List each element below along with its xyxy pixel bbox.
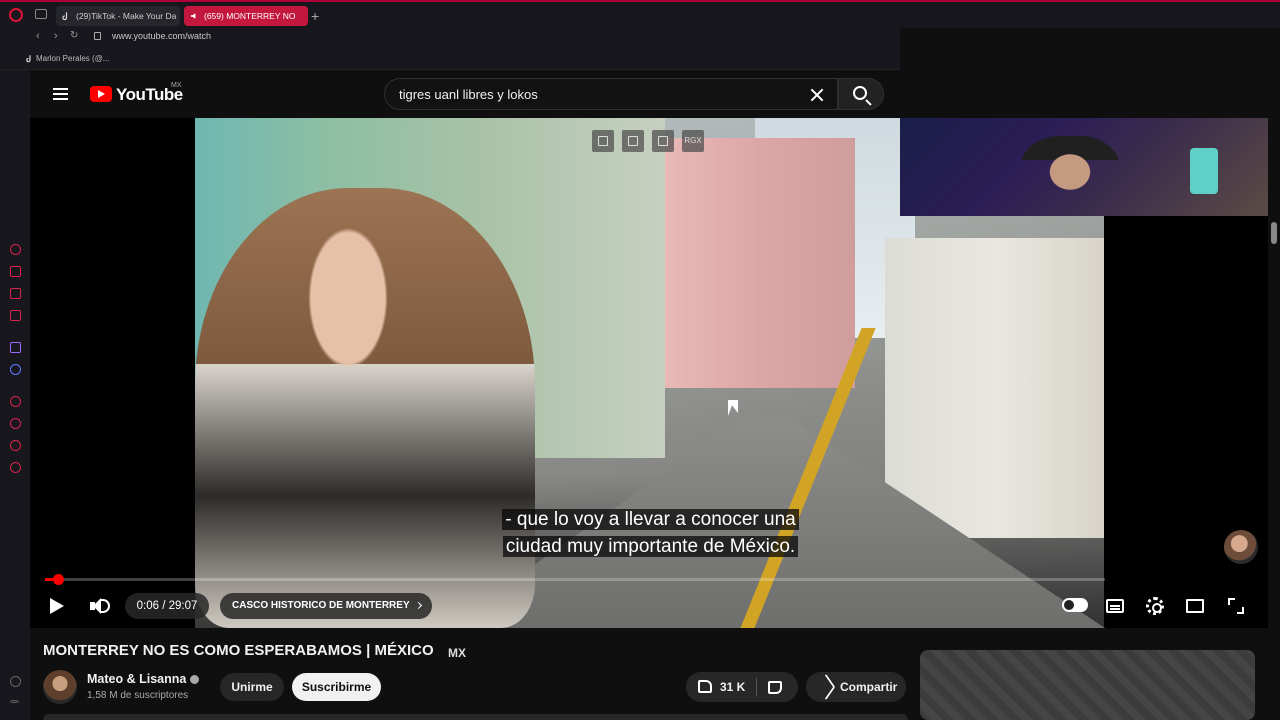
- reload-icon[interactable]: ↻: [70, 30, 78, 41]
- tab-label: (29)TikTok - Make Your Da: [76, 11, 177, 21]
- caption-line: ciudad muy importante de México.: [502, 536, 799, 557]
- tiktok-icon: [62, 12, 68, 21]
- video-scene-building: [885, 238, 1104, 538]
- discord-icon[interactable]: [10, 364, 21, 375]
- like-icon[interactable]: [698, 680, 712, 693]
- sidebar-aria-icon[interactable]: [10, 244, 21, 255]
- youtube-header: YouTube MX: [30, 70, 900, 118]
- address-bar: ‹ › ↻ www.youtube.com/watch: [0, 28, 900, 48]
- chapter-label: CASCO HISTORICO DE MONTERREY: [232, 600, 410, 611]
- browser-sidebar: [0, 70, 30, 720]
- bookmark-item[interactable]: Marlon Perales (@...: [36, 54, 109, 63]
- share-button[interactable]: Compartir: [806, 672, 906, 702]
- description-box[interactable]: [43, 714, 908, 720]
- channel-name[interactable]: Mateo & Lisanna: [87, 672, 186, 686]
- subtitles-icon[interactable]: [1106, 599, 1124, 613]
- sidebar-apps-icon[interactable]: [10, 266, 21, 277]
- speaker-icon: [190, 13, 196, 19]
- video-title: MONTERREY NO ES COMO ESPERABAMOS | MÉXIC…: [43, 642, 434, 659]
- youtube-logo-icon[interactable]: [90, 86, 112, 102]
- tab-tiktok[interactable]: (29)TikTok - Make Your Da: [56, 6, 180, 26]
- snapshot-button[interactable]: [622, 130, 644, 152]
- forward-icon[interactable]: ›: [54, 30, 58, 42]
- settings-icon[interactable]: [10, 462, 21, 473]
- popout-icon: [598, 136, 608, 146]
- caption-line: - que lo voy a llevar a conocer una: [502, 509, 799, 530]
- search-box: [384, 78, 838, 110]
- tiktok-icon: [26, 55, 31, 63]
- screen: (29)TikTok - Make Your Da (659) MONTERRE…: [0, 0, 1280, 720]
- search-button[interactable]: [838, 78, 884, 110]
- search-input[interactable]: [399, 87, 799, 102]
- skip-button[interactable]: [652, 130, 674, 152]
- play-icon[interactable]: [50, 598, 64, 614]
- url-field[interactable]: www.youtube.com/watch: [112, 31, 211, 41]
- share-label: Compartir: [840, 680, 898, 694]
- progress-scrubber[interactable]: [53, 574, 64, 585]
- dislike-icon[interactable]: [768, 681, 782, 694]
- extensions-icon[interactable]: [10, 440, 21, 451]
- share-icon: [816, 673, 836, 701]
- more-icon[interactable]: [10, 700, 19, 703]
- scrollbar-thumb[interactable]: [1271, 222, 1277, 244]
- page-scrollbar[interactable]: [1270, 218, 1278, 628]
- video-scene-person: [195, 188, 535, 628]
- hamburger-menu-icon[interactable]: [53, 88, 68, 100]
- fullscreen-icon[interactable]: [1228, 598, 1244, 614]
- channel-avatar[interactable]: [43, 670, 77, 704]
- theater-mode-icon[interactable]: [1186, 599, 1204, 613]
- chevron-right-icon: [414, 601, 422, 610]
- settings-gear-icon[interactable]: [1146, 597, 1164, 615]
- snapshot-icon: [628, 136, 638, 146]
- like-dislike-group: 31 K: [686, 672, 798, 702]
- subscribe-button[interactable]: Suscribirme: [292, 673, 381, 701]
- region-code: MX: [171, 82, 182, 89]
- tab-label: (659) MONTERREY NO: [204, 11, 296, 21]
- recommended-thumbnail[interactable]: [920, 650, 1255, 720]
- webcam-person: [1020, 136, 1120, 216]
- twitch-icon[interactable]: [10, 342, 21, 353]
- chapter-button[interactable]: CASCO HISTORICO DE MONTERREY: [220, 593, 432, 619]
- opera-logo-icon[interactable]: [9, 8, 23, 22]
- popout-button[interactable]: [592, 130, 614, 152]
- video-scene-building: [665, 138, 855, 388]
- player-icon[interactable]: [10, 396, 21, 407]
- search-icon: [853, 86, 867, 100]
- time-display: 0:06 / 29:07: [125, 593, 209, 619]
- divider: [756, 678, 757, 696]
- mouse-cursor-icon: [728, 400, 738, 416]
- tab-youtube-active[interactable]: (659) MONTERREY NO: [184, 6, 308, 26]
- skip-icon: [658, 136, 668, 146]
- gx-logo-icon[interactable]: [10, 676, 21, 687]
- progress-bar[interactable]: [45, 574, 1105, 585]
- history-icon[interactable]: [10, 418, 21, 429]
- verified-icon: [190, 675, 199, 684]
- new-tab-button[interactable]: +: [311, 7, 319, 25]
- webcam-overlay: [900, 118, 1268, 216]
- bookmarks-bar: Marlon Perales (@...: [0, 48, 900, 70]
- back-icon[interactable]: ‹: [36, 30, 40, 42]
- title-badge: MX: [448, 646, 466, 660]
- rgx-button[interactable]: RGX: [682, 130, 704, 152]
- webcam-cup: [1190, 148, 1218, 194]
- join-button[interactable]: Unirme: [220, 673, 284, 701]
- browser-tab-bar: (29)TikTok - Make Your Da (659) MONTERRE…: [0, 0, 1280, 28]
- autoplay-toggle-icon[interactable]: [1062, 598, 1088, 612]
- clear-search-icon[interactable]: [809, 87, 825, 103]
- subtitle-caption: - que lo voy a llevar a conocer una ciud…: [473, 506, 828, 560]
- sidebar-feeds-icon[interactable]: [10, 288, 21, 299]
- sidebar-news-icon[interactable]: [10, 310, 21, 321]
- subscriber-count: 1,58 M de suscriptores: [87, 690, 189, 701]
- workspaces-icon[interactable]: [35, 9, 47, 19]
- lock-icon: [94, 32, 101, 40]
- floating-avatar[interactable]: [1224, 530, 1258, 564]
- like-count[interactable]: 31 K: [720, 680, 745, 694]
